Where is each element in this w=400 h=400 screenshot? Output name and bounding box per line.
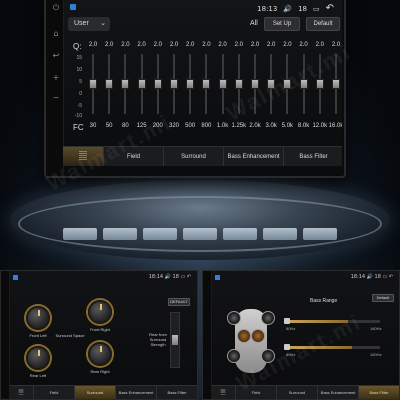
band-slider-knob[interactable]: [218, 79, 227, 89]
eq-band: 2.0 30: [86, 42, 100, 132]
scale-label: 15: [76, 55, 82, 61]
slider-knob[interactable]: [284, 318, 290, 324]
status-bar: 18:14 🔊 18 ▭ ↶: [148, 274, 191, 280]
volume-up-icon[interactable]: +: [52, 74, 60, 82]
rear-right-knob[interactable]: [88, 342, 112, 366]
speaker-front-right[interactable]: [261, 311, 275, 325]
status-bar: 18:13 🔊 18 ▭ ↶: [257, 3, 334, 14]
band-slider-knob[interactable]: [170, 79, 178, 89]
tab-surround[interactable]: Surround: [74, 386, 115, 399]
tab-bass-enhancement[interactable]: Bass Enhancement: [115, 386, 156, 399]
speaker-front-left[interactable]: [227, 311, 241, 325]
band-slider-knob[interactable]: [234, 79, 243, 89]
q-label: Q:: [73, 42, 82, 51]
speaker-rear-left[interactable]: [227, 349, 241, 363]
chevron-down-icon: ⌄: [100, 20, 106, 27]
slider-min-label: 80Hz: [286, 326, 296, 331]
front-right-label: Front Right: [90, 327, 110, 332]
bass-range-title: Bass Range: [310, 298, 338, 304]
status-volume: 18: [374, 274, 381, 280]
rear-strength-slider[interactable]: [170, 312, 180, 368]
band-slider-knob[interactable]: [186, 79, 195, 89]
volume-down-icon[interactable]: −: [52, 94, 60, 102]
front-left-knob[interactable]: [26, 306, 50, 330]
scale-label: 0: [79, 91, 82, 97]
scale-label: 10: [76, 67, 82, 73]
bass-default-button[interactable]: Default: [372, 294, 394, 302]
preset-value: User: [74, 20, 89, 27]
surround-tabbar: 𝄚 Field Surround Bass Enhancement Bass F…: [9, 385, 197, 399]
all-label[interactable]: All: [250, 20, 258, 27]
home-icon[interactable]: ⌂: [52, 30, 60, 38]
tab-bass-enhancement[interactable]: Bass Enhancement: [223, 147, 283, 166]
band-slider-knob[interactable]: [332, 79, 340, 89]
scale-label: 5: [79, 79, 82, 85]
tab-eq-icon[interactable]: 𝄚: [211, 386, 235, 399]
app-indicator-icon: [215, 275, 220, 280]
default-button[interactable]: Default: [306, 17, 340, 31]
slider-knob[interactable]: [172, 335, 178, 345]
back-icon[interactable]: ↩: [52, 52, 60, 60]
back-arrow-icon[interactable]: ↶: [326, 3, 334, 14]
front-right-knob[interactable]: [88, 300, 112, 324]
turntable-lights: [40, 228, 360, 246]
status-volume: 18: [172, 274, 179, 280]
tab-eq-icon[interactable]: 𝄚: [9, 386, 33, 399]
eq-band: 2.0 1.0k: [216, 42, 230, 132]
tab-bass-filter[interactable]: Bass Filter: [358, 386, 399, 399]
band-frequency: 16.0k: [328, 123, 342, 129]
setup-button[interactable]: Set Up: [264, 17, 300, 31]
front-left-label: Front Left: [29, 333, 47, 338]
rear-strength-label: Rear from Surround Strength: [149, 332, 167, 347]
slider-max-label: 160Hz: [370, 326, 382, 331]
window-icon[interactable]: ▭: [313, 5, 320, 13]
eq-band: 2.0 800: [199, 42, 213, 132]
tab-field[interactable]: Field: [33, 386, 74, 399]
app-indicator-icon: [13, 275, 18, 280]
bass-filter-screen: 18:14 🔊 18 ▭ ↶: [202, 270, 400, 400]
tab-bass-filter[interactable]: Bass Filter: [283, 147, 342, 166]
status-time: 18:14: [350, 274, 366, 280]
tab-surround[interactable]: Surround: [163, 147, 223, 166]
tab-bass-filter[interactable]: Bass Filter: [156, 386, 197, 399]
status-time: 18:13: [257, 4, 278, 13]
power-icon[interactable]: ⏻: [52, 4, 60, 12]
band-slider-knob[interactable]: [202, 79, 211, 89]
rear-left-label: Rear Left: [29, 373, 47, 378]
tab-surround[interactable]: Surround: [276, 386, 317, 399]
speaker-subwoofer-right[interactable]: [251, 329, 265, 343]
eq-band: 2.0 500: [183, 42, 197, 132]
rear-left-knob[interactable]: [26, 346, 50, 370]
scale-label: -10: [74, 113, 82, 119]
rear-right-label: Rear Right: [90, 369, 110, 374]
surround-space-label: Surround Space: [55, 333, 85, 338]
side-bezel: [1, 271, 10, 399]
eq-band: 2.0 50: [102, 42, 116, 132]
status-volume: 18: [298, 4, 307, 13]
app-indicator-icon: [70, 4, 76, 10]
band-slider-knob[interactable]: [105, 79, 114, 89]
band-slider-knob[interactable]: [89, 79, 97, 89]
speaker-subwoofer-left[interactable]: [237, 329, 251, 343]
surround-default-button[interactable]: DEFAULT: [168, 298, 190, 306]
volume-icon: 🔊: [283, 4, 293, 13]
tab-bass-enhancement[interactable]: Bass Enhancement: [317, 386, 358, 399]
band-slider-knob[interactable]: [137, 79, 146, 89]
band-slider-knob[interactable]: [153, 79, 162, 89]
status-bar: 18:14 🔊 18 ▭ ↶: [350, 274, 393, 280]
preset-select[interactable]: User ⌄: [68, 17, 110, 31]
eq-band: 2.0 80: [118, 42, 132, 132]
product-photo-stage: ⏻ ⌂ ↩ + − 18:13 🔊 18 ▭ ↶ User ⌄ All Set …: [0, 0, 400, 400]
side-bezel: [203, 271, 212, 399]
side-bezel: ⏻ ⌂ ↩ + −: [48, 0, 64, 172]
scale-label: -5: [77, 103, 82, 109]
slider-max-label: 160Hz: [370, 352, 382, 357]
status-time: 18:14: [148, 274, 164, 280]
band-slider-knob[interactable]: [121, 79, 130, 89]
